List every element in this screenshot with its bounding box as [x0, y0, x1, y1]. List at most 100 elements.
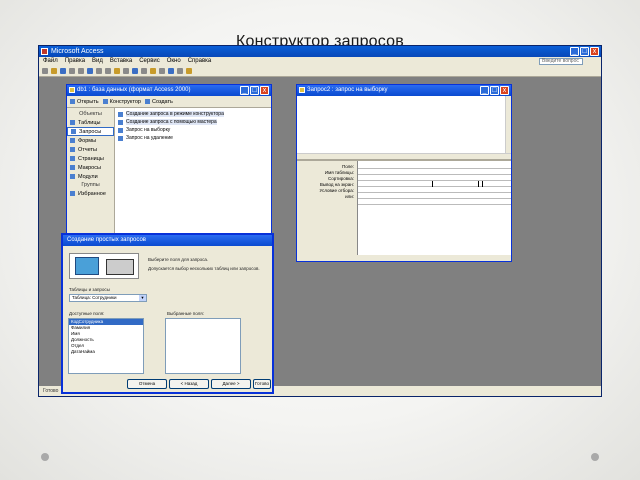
query-close-button[interactable]: x: [500, 86, 509, 95]
database-window: db1 : база данных (формат Access 2000) _…: [66, 84, 272, 237]
query-window-titlebar: Запрос2 : запрос на выборку _ □ x: [297, 85, 511, 96]
app-title: Microsoft Access: [51, 48, 104, 55]
code-icon[interactable]: [150, 68, 156, 74]
tables-select[interactable]: Таблица: Сотрудники ▼: [69, 294, 147, 302]
objects-item-forms[interactable]: Формы: [67, 136, 114, 145]
list-item[interactable]: Запрос на выборку: [118, 126, 268, 134]
save-icon[interactable]: [60, 68, 66, 74]
available-fields-label: Доступные поля:: [69, 311, 105, 316]
design-icon: [102, 99, 108, 104]
wizard-illustration: [69, 253, 139, 279]
undo-icon[interactable]: [123, 68, 129, 74]
preview-icon[interactable]: [78, 68, 84, 74]
menu-window[interactable]: Окно: [167, 57, 181, 66]
groups-item-favorites[interactable]: Избранное: [67, 189, 114, 198]
paste-icon[interactable]: [114, 68, 120, 74]
query-design-window: Запрос2 : запрос на выборку _ □ x Поле: …: [296, 84, 512, 262]
query-icon: [118, 127, 123, 133]
design-button[interactable]: Конструктор: [102, 98, 141, 105]
label-or: или:: [345, 194, 354, 199]
groups-header[interactable]: Группы: [67, 181, 114, 189]
help-icon[interactable]: [186, 68, 192, 74]
tables-label: Таблицы и запросы: [69, 287, 110, 292]
objects-item-modules[interactable]: Модули: [67, 172, 114, 181]
objects-item-macros[interactable]: Макросы: [67, 163, 114, 172]
objects-bar: Объекты Таблицы Запросы Формы Отчеты Стр…: [67, 108, 115, 234]
report-icon: [70, 147, 75, 152]
query-maximize-button[interactable]: □: [490, 86, 499, 95]
list-item[interactable]: ДатаНайма: [69, 349, 143, 355]
dialog-title: Создание простых запросов: [63, 235, 272, 246]
available-fields-list[interactable]: КодСотрудника Фамилия Имя Должность Отде…: [68, 318, 144, 374]
list-item[interactable]: Создание запроса в режиме конструктора: [118, 110, 268, 118]
design-grid: Поле: Имя таблицы: Сортировка: Вывод на …: [297, 161, 511, 255]
object-list: Создание запроса в режиме конструктора С…: [115, 108, 271, 234]
cut-icon[interactable]: [96, 68, 102, 74]
menu-insert[interactable]: Вставка: [110, 57, 132, 66]
simple-query-wizard-dialog: Создание простых запросов Выберите поля …: [61, 233, 274, 394]
close-button[interactable]: x: [590, 47, 599, 56]
objects-item-queries[interactable]: Запросы: [67, 127, 114, 136]
page-icon: [70, 156, 75, 161]
chevron-down-icon[interactable]: ▼: [139, 295, 146, 301]
new-object-icon[interactable]: [177, 68, 183, 74]
table-pane-hscroll[interactable]: [297, 153, 511, 159]
spelling-icon[interactable]: [87, 68, 93, 74]
db-minimize-button[interactable]: _: [240, 86, 249, 95]
objects-item-reports[interactable]: Отчеты: [67, 145, 114, 154]
links-icon[interactable]: [132, 68, 138, 74]
objects-header[interactable]: Объекты: [67, 110, 114, 118]
menu-file[interactable]: Файл: [43, 57, 58, 66]
open-icon[interactable]: [51, 68, 57, 74]
new-button[interactable]: Создать: [144, 98, 173, 105]
db-close-button[interactable]: x: [260, 86, 269, 95]
new-object-icon: [144, 99, 150, 104]
objects-item-tables[interactable]: Таблицы: [67, 118, 114, 127]
macro-icon: [70, 165, 75, 170]
selected-fields-label: Выбранные поля:: [167, 311, 204, 316]
menu-help[interactable]: Справка: [188, 57, 212, 66]
maximize-button[interactable]: □: [580, 47, 589, 56]
slide-corner-dot: [591, 453, 599, 461]
analyze-icon[interactable]: [141, 68, 147, 74]
module-icon: [70, 174, 75, 179]
query-icon: [71, 129, 76, 134]
grid-row-labels: Поле: Имя таблицы: Сортировка: Вывод на …: [297, 161, 357, 255]
query-window-title: Запрос2 : запрос на выборку: [307, 87, 388, 93]
menu-edit[interactable]: Правка: [65, 57, 85, 66]
dialog-prompt-1: Выберите поля для запроса.: [148, 257, 209, 262]
selected-fields-list[interactable]: [165, 318, 241, 374]
menu-tools[interactable]: Сервис: [139, 57, 160, 66]
back-button[interactable]: < Назад: [169, 379, 209, 389]
database-toolbar: Открыть Конструктор Создать: [67, 96, 271, 108]
dialog-prompt-2: Допускается выбор нескольких таблиц или …: [148, 266, 260, 271]
grid-cells[interactable]: [357, 161, 511, 255]
new-icon[interactable]: [42, 68, 48, 74]
list-item[interactable]: Запрос на удаление: [118, 134, 268, 142]
cancel-button[interactable]: Отмена: [127, 379, 167, 389]
database-icon: [69, 87, 75, 93]
table-pane[interactable]: [297, 96, 511, 161]
help-search-input[interactable]: Введите вопрос: [539, 58, 583, 65]
list-item[interactable]: Создание запроса с помощью мастера: [118, 118, 268, 126]
database-window-titlebar: db1 : база данных (формат Access 2000) _…: [67, 85, 271, 96]
database-window-title: db1 : база данных (формат Access 2000): [77, 87, 191, 93]
open-object-icon: [70, 99, 75, 104]
menu-view[interactable]: Вид: [92, 57, 103, 66]
open-button[interactable]: Открыть: [70, 98, 99, 105]
relationships-icon[interactable]: [168, 68, 174, 74]
app-titlebar: Microsoft Access _ □ x: [39, 46, 601, 57]
properties-icon[interactable]: [159, 68, 165, 74]
minimize-button[interactable]: _: [570, 47, 579, 56]
query-minimize-button[interactable]: _: [480, 86, 489, 95]
query-icon: [118, 135, 123, 141]
db-maximize-button[interactable]: □: [250, 86, 259, 95]
wizard-icon: [118, 119, 123, 125]
copy-icon[interactable]: [105, 68, 111, 74]
objects-item-pages[interactable]: Страницы: [67, 154, 114, 163]
finish-button[interactable]: Готово: [253, 379, 271, 389]
next-button[interactable]: Далее >: [211, 379, 251, 389]
wizard-icon: [118, 111, 123, 117]
print-icon[interactable]: [69, 68, 75, 74]
table-pane-vscroll[interactable]: [505, 96, 511, 159]
